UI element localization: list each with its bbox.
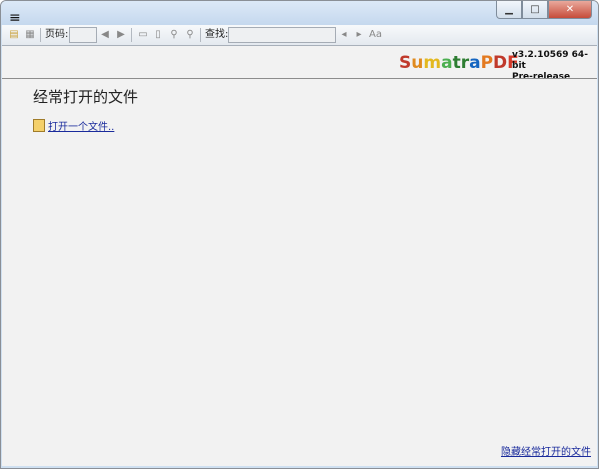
logo-letter: a — [469, 53, 481, 73]
sumatrapdf-logo: SumatraPDF — [399, 53, 519, 73]
toolbar-separator — [200, 28, 201, 42]
toolbar-separator — [131, 28, 132, 42]
hamburger-menu-icon[interactable]: ≡ — [9, 11, 21, 25]
header-divider — [2, 78, 597, 79]
close-button[interactable]: ✕ — [548, 1, 592, 19]
logo-letter: u — [411, 53, 424, 73]
minimize-button[interactable]: ▁ — [496, 1, 522, 19]
zoom-out-icon[interactable]: ⚲ — [168, 28, 180, 42]
frequently-read-heading: 经常打开的文件 — [33, 88, 139, 106]
version-number: v3.2.10569 64-bit — [512, 50, 588, 71]
page-label: 页码: — [45, 29, 69, 40]
maximize-button[interactable]: □ — [522, 1, 548, 19]
next-page-icon[interactable]: ▶ — [115, 28, 127, 42]
print-icon[interactable]: ▦ — [24, 28, 36, 42]
toolbar-separator — [40, 28, 41, 42]
logo-letter: m — [423, 53, 442, 73]
sumatrapdf-window: ≡ ▁ □ ✕ ▤ ▦ 页码: ◀ ▶ ▭ ▯ ⚲ ⚲ 查找: ◂ ▸ Aa S… — [0, 0, 599, 469]
toolbar: ▤ ▦ 页码: ◀ ▶ ▭ ▯ ⚲ ⚲ 查找: ◂ ▸ Aa — [2, 25, 597, 46]
find-previous-icon[interactable]: ◂ — [338, 28, 350, 42]
logo-letter: t — [452, 53, 461, 73]
find-next-icon[interactable]: ▸ — [353, 28, 365, 42]
fit-page-icon[interactable]: ▭ — [137, 28, 149, 42]
open-file-icon[interactable]: ▤ — [8, 28, 20, 42]
previous-page-icon[interactable]: ◀ — [99, 28, 111, 42]
fit-width-icon[interactable]: ▯ — [152, 28, 164, 42]
home-page: SumatraPDF v3.2.10569 64-bit Pre-release… — [2, 46, 597, 466]
find-input[interactable] — [228, 27, 336, 43]
match-case-icon[interactable]: Aa — [369, 28, 382, 42]
logo-letter: S — [399, 53, 412, 73]
title-bar[interactable]: ≡ ▁ □ ✕ — [1, 1, 598, 25]
window-controls: ▁ □ ✕ — [496, 1, 592, 19]
logo-letter: P — [480, 53, 494, 73]
open-file-icon — [33, 119, 45, 132]
open-document-link[interactable]: 打开一个文件.. — [48, 118, 114, 133]
hide-frequently-read-link-row: 隐藏经常打开的文件 — [501, 440, 591, 459]
open-document-link-row[interactable]: 打开一个文件.. — [33, 118, 114, 133]
zoom-in-icon[interactable]: ⚲ — [184, 28, 196, 42]
find-label: 查找: — [205, 29, 229, 40]
hide-frequently-read-link[interactable]: 隐藏经常打开的文件 — [501, 447, 591, 458]
logo-letter: a — [441, 53, 453, 73]
logo-letter: r — [460, 53, 470, 73]
logo-letter: D — [493, 53, 508, 73]
page-number-input[interactable] — [69, 27, 97, 43]
